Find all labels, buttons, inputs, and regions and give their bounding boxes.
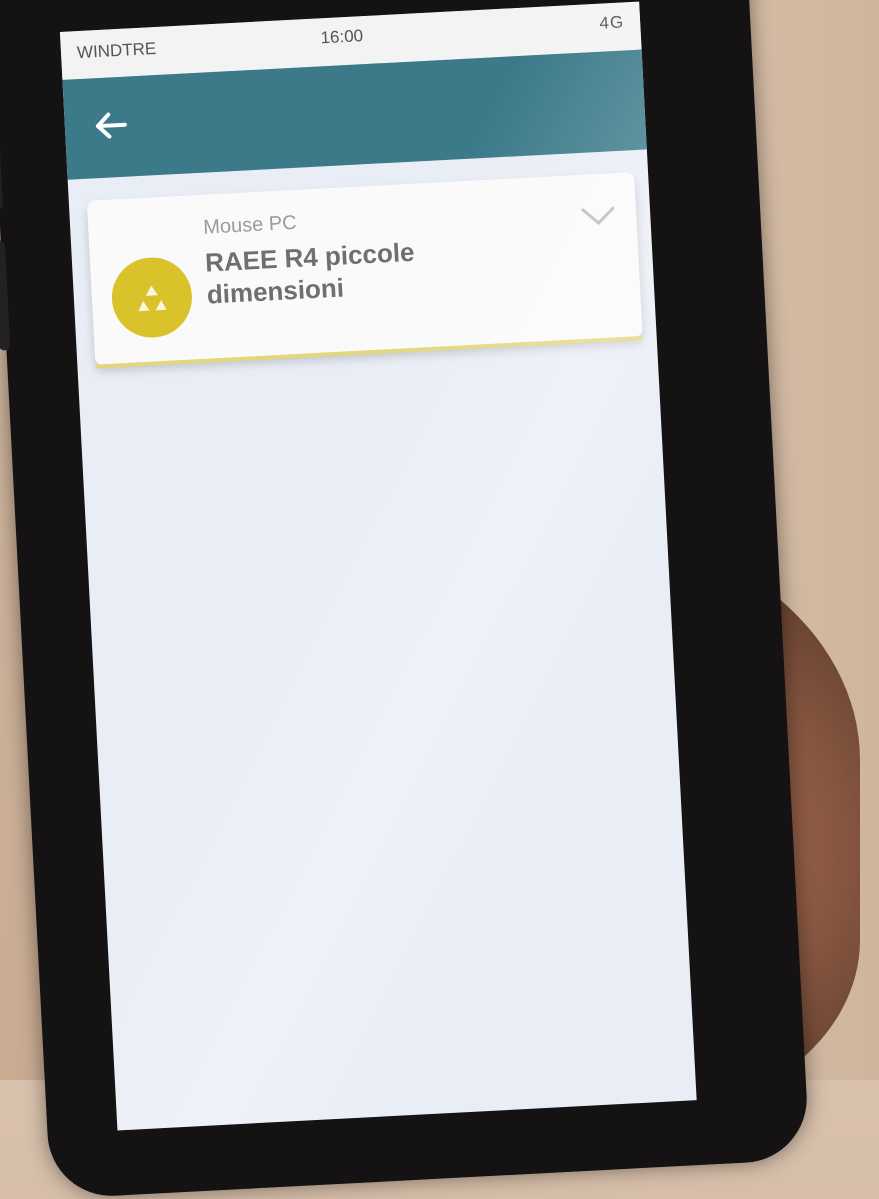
phone-screen: WINDTRE 16:00 4G Mouse PC RAEE R4 piccol… bbox=[59, 1, 697, 1131]
carrier-label: WINDTRE bbox=[76, 38, 157, 63]
phone-device: WINDTRE 16:00 4G Mouse PC RAEE R4 piccol… bbox=[0, 0, 810, 1199]
item-card[interactable]: Mouse PC RAEE R4 piccole dimensioni bbox=[86, 172, 643, 366]
chevron-down-icon[interactable] bbox=[580, 203, 617, 229]
volume-button-down bbox=[0, 240, 11, 351]
network-indicator: 4G bbox=[598, 12, 625, 33]
back-arrow-icon[interactable] bbox=[88, 102, 134, 148]
volume-button-up bbox=[0, 140, 4, 211]
item-subtitle: Mouse PC bbox=[202, 211, 298, 239]
clock: 16:00 bbox=[320, 26, 364, 48]
recycle-icon bbox=[138, 285, 167, 312]
recycle-badge bbox=[109, 255, 194, 340]
item-title: RAEE R4 piccole dimensioni bbox=[204, 236, 416, 310]
